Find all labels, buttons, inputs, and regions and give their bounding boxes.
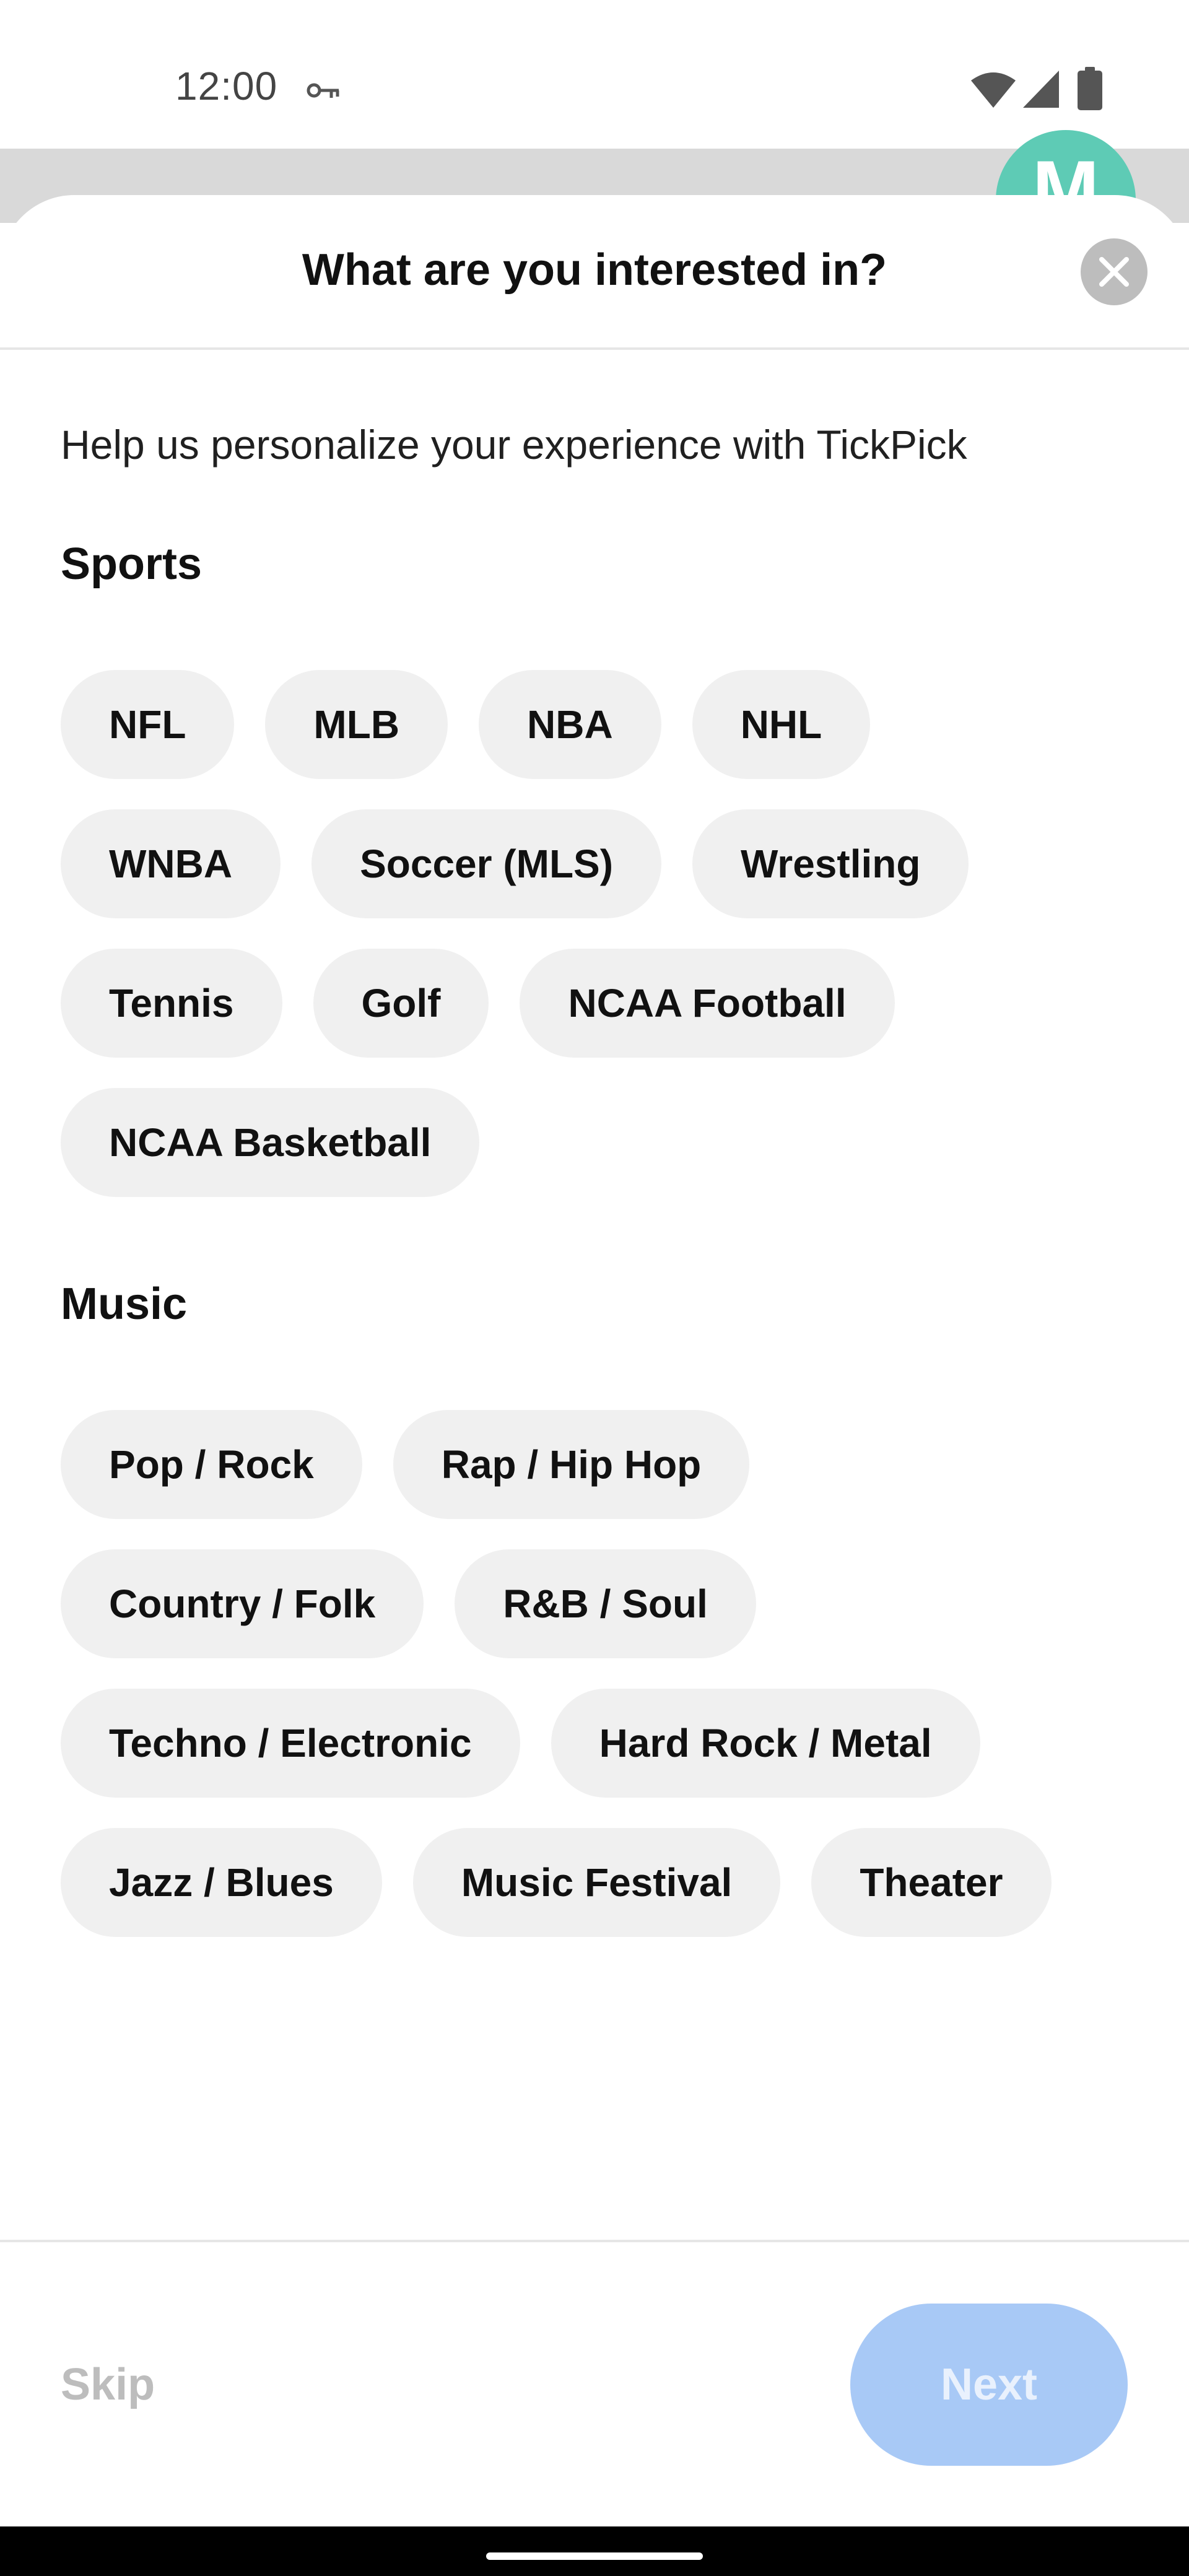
chip-golf[interactable]: Golf [313, 949, 489, 1058]
section-title-music: Music [61, 1279, 188, 1329]
sheet-title: What are you interested in? [302, 245, 887, 295]
status-bar: 12:00 [0, 0, 1189, 149]
chip-techno-electronic[interactable]: Techno / Electronic [61, 1689, 520, 1798]
chip-row: Jazz / Blues Music Festival Theater [61, 1828, 1052, 1937]
screen: 12:00 M What are you interested in? Help… [0, 0, 1189, 2576]
chip-nfl[interactable]: NFL [61, 670, 235, 779]
chip-row: Pop / Rock Rap / Hip Hop [61, 1410, 750, 1519]
next-button[interactable]: Next [850, 2304, 1128, 2466]
chip-tennis[interactable]: Tennis [61, 949, 282, 1058]
chip-rap-hip-hop[interactable]: Rap / Hip Hop [393, 1410, 750, 1519]
chip-pop-rock[interactable]: Pop / Rock [61, 1410, 362, 1519]
chip-row: NFL MLB NBA NHL [61, 670, 871, 779]
chip-row: Country / Folk R&B / Soul [61, 1549, 756, 1658]
chip-mlb[interactable]: MLB [265, 670, 448, 779]
chip-nhl[interactable]: NHL [692, 670, 871, 779]
chip-row: WNBA Soccer (MLS) Wrestling [61, 809, 969, 918]
chip-row: NCAA Basketball [61, 1088, 480, 1197]
chip-row: Techno / Electronic Hard Rock / Metal [61, 1689, 980, 1798]
chip-theater[interactable]: Theater [811, 1828, 1052, 1937]
chip-wrestling[interactable]: Wrestling [692, 809, 969, 918]
chip-ncaa-football[interactable]: NCAA Football [520, 949, 895, 1058]
chip-soccer-mls[interactable]: Soccer (MLS) [311, 809, 662, 918]
sheet-header: What are you interested in? [0, 195, 1189, 350]
signal-icon [1023, 71, 1059, 108]
interests-sheet: What are you interested in? Help us pers… [0, 195, 1189, 2526]
battery-icon [1078, 67, 1102, 110]
chip-nba[interactable]: NBA [479, 670, 661, 779]
sheet-subtitle: Help us personalize your experience with… [61, 422, 967, 468]
home-indicator[interactable] [486, 2552, 703, 2560]
status-time: 12:00 [175, 64, 278, 108]
skip-button[interactable]: Skip [61, 2359, 155, 2410]
chip-hard-rock-metal[interactable]: Hard Rock / Metal [551, 1689, 980, 1798]
chip-ncaa-basketball[interactable]: NCAA Basketball [61, 1088, 480, 1197]
chip-wnba[interactable]: WNBA [61, 809, 281, 918]
wifi-icon [971, 72, 1016, 108]
section-title-sports: Sports [61, 539, 203, 589]
close-icon [1099, 257, 1129, 287]
footer-divider [0, 2240, 1189, 2242]
chip-row: Tennis Golf NCAA Football [61, 949, 895, 1058]
navigation-bar [0, 2526, 1189, 2576]
chip-music-festival[interactable]: Music Festival [412, 1828, 781, 1937]
chip-country-folk[interactable]: Country / Folk [61, 1549, 424, 1658]
chip-jazz-blues[interactable]: Jazz / Blues [61, 1828, 382, 1937]
key-icon [307, 83, 339, 98]
chip-rnb-soul[interactable]: R&B / Soul [455, 1549, 756, 1658]
close-button[interactable] [1081, 238, 1148, 305]
